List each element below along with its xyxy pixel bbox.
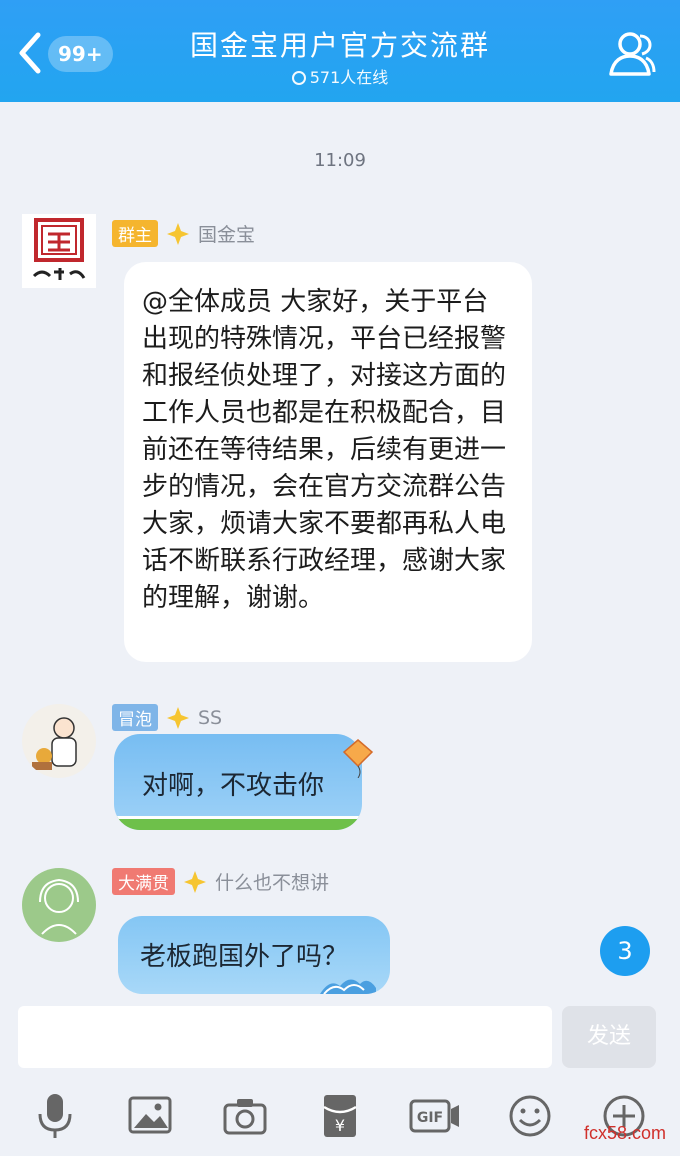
red-packet-button[interactable]: ¥ xyxy=(314,1090,366,1142)
gif-icon: GIF xyxy=(409,1099,459,1133)
gif-button[interactable]: GIF xyxy=(409,1090,461,1142)
red-packet-icon: ¥ xyxy=(323,1095,357,1137)
members-button[interactable] xyxy=(608,30,656,76)
avatar[interactable] xyxy=(22,704,96,778)
emoji-button[interactable] xyxy=(504,1090,556,1142)
diamond-icon xyxy=(167,706,189,729)
message-bubble[interactable]: 对啊，不攻击你 xyxy=(114,734,362,830)
diamond-icon xyxy=(167,222,189,245)
image-button[interactable] xyxy=(124,1090,176,1142)
avatar[interactable] xyxy=(22,868,96,942)
message-input[interactable] xyxy=(18,1006,552,1068)
input-bar: 发送 xyxy=(0,1000,680,1076)
watermark: fcx58.com xyxy=(583,1123,666,1143)
group-title[interactable]: 国金宝用户官方交流群 xyxy=(0,24,680,64)
cartoon-avatar-icon xyxy=(32,717,77,770)
timestamp: 11:09 xyxy=(314,150,366,171)
svg-text:¥: ¥ xyxy=(335,1116,345,1135)
mic-button[interactable] xyxy=(29,1090,81,1142)
message-text: 对啊，不攻击你 xyxy=(142,771,325,801)
wave-decoration xyxy=(320,979,376,994)
headphone-avatar-icon xyxy=(39,878,79,935)
message-text: 老板跑国外了吗？ xyxy=(140,942,349,972)
message-bubble[interactable]: 老板跑国外了吗？ xyxy=(118,916,390,994)
sender-name[interactable]: 国金宝 xyxy=(198,220,255,247)
input-toolbar: ¥ GIF xyxy=(0,1076,680,1156)
diamond-icon xyxy=(184,870,206,893)
role-tag: 群主 xyxy=(112,220,158,247)
unread-count-badge[interactable]: 3 xyxy=(600,926,650,976)
online-count: 571人在线 xyxy=(0,64,680,88)
camera-button[interactable] xyxy=(219,1090,271,1142)
sender-row: 群主 国金宝 xyxy=(112,220,255,247)
camera-icon xyxy=(223,1099,267,1135)
online-icon xyxy=(291,71,306,85)
chat-header: 99+ 国金宝用户官方交流群 571人在线 xyxy=(0,0,680,102)
person-icon xyxy=(609,32,656,76)
guojinbao-logo xyxy=(32,218,86,280)
role-tag: 冒泡 xyxy=(112,704,158,731)
online-text: 571人在线 xyxy=(309,68,389,87)
emoji-icon xyxy=(509,1095,551,1137)
avatar[interactable] xyxy=(22,214,96,288)
kite-icon xyxy=(342,739,374,778)
sender-name[interactable]: SS xyxy=(198,707,222,729)
role-tag: 大满贯 xyxy=(112,868,175,895)
message-bubble[interactable]: @全体成员 大家好，关于平台出现的特殊情况，平台已经报警和报经侦处理了，对接这方… xyxy=(124,262,532,662)
image-icon xyxy=(128,1096,172,1134)
mic-icon xyxy=(38,1094,72,1138)
sender-row: 大满贯 什么也不想讲 xyxy=(112,868,329,895)
sender-name[interactable]: 什么也不想讲 xyxy=(215,868,329,895)
send-button[interactable]: 发送 xyxy=(562,1006,656,1068)
sender-row: 冒泡 SS xyxy=(112,704,222,731)
svg-text:GIF: GIF xyxy=(417,1110,443,1126)
bubble-decoration xyxy=(114,816,362,830)
